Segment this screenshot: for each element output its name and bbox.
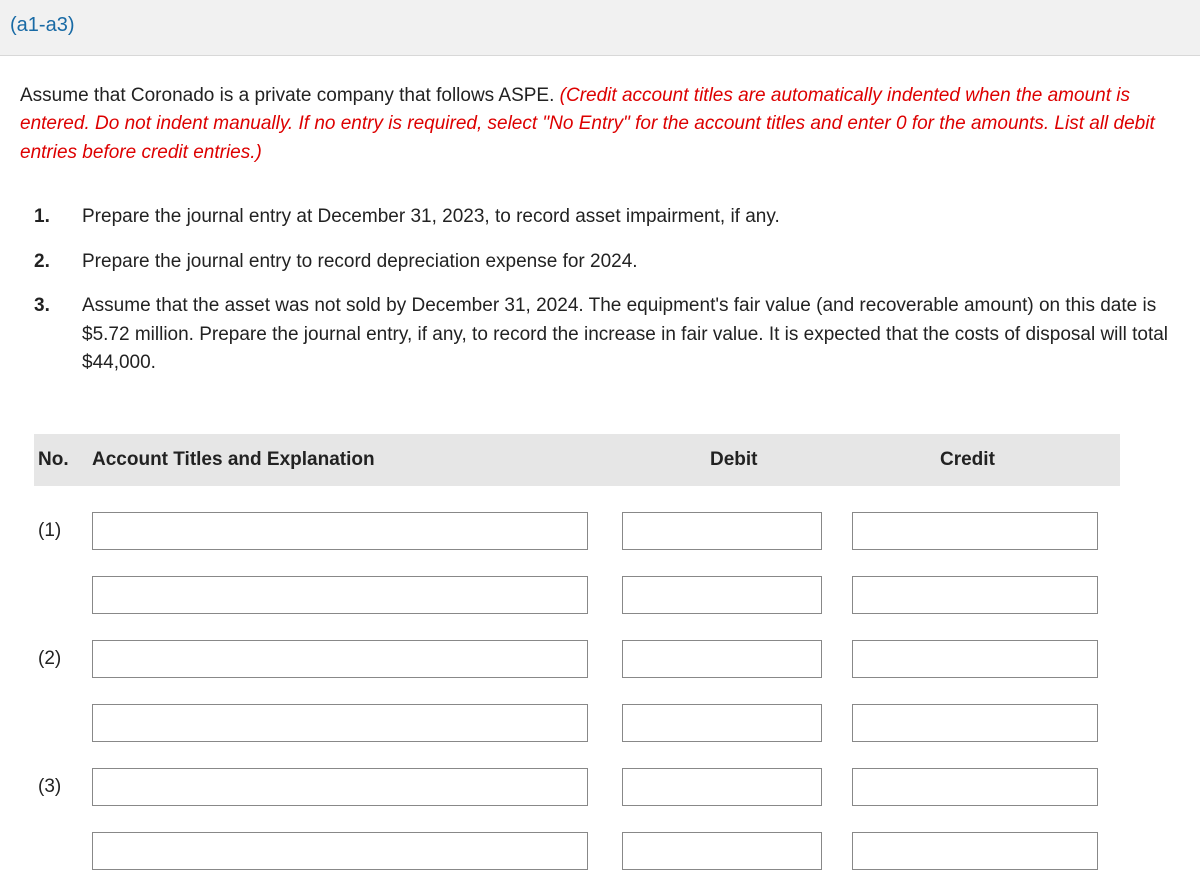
debit-input[interactable]: [622, 832, 822, 870]
account-title-input[interactable]: [92, 704, 588, 742]
journal-entry-table: No. Account Titles and Explanation Debit…: [20, 434, 1180, 871]
debit-input[interactable]: [622, 576, 822, 614]
item-number: 2.: [34, 248, 82, 277]
instructions: Assume that Coronado is a private compan…: [20, 82, 1180, 168]
credit-input[interactable]: [852, 512, 1098, 550]
debit-input[interactable]: [622, 768, 822, 806]
credit-input[interactable]: [852, 640, 1098, 678]
credit-input[interactable]: [852, 768, 1098, 806]
header-credit: Credit: [852, 446, 1112, 475]
item-row: 3. Assume that the asset was not sold by…: [34, 292, 1180, 378]
item-number: 3.: [34, 292, 82, 378]
row-number: (1): [34, 517, 92, 546]
account-title-input[interactable]: [92, 576, 588, 614]
item-text: Prepare the journal entry to record depr…: [82, 248, 1180, 277]
debit-input[interactable]: [622, 704, 822, 742]
item-list: 1. Prepare the journal entry at December…: [20, 203, 1180, 378]
header-debit: Debit: [622, 446, 852, 475]
account-title-input[interactable]: [92, 512, 588, 550]
table-row: (3): [34, 768, 1120, 806]
credit-input[interactable]: [852, 576, 1098, 614]
row-number: (2): [34, 645, 92, 674]
debit-input[interactable]: [622, 640, 822, 678]
section-label[interactable]: (a1-a3): [10, 14, 74, 36]
credit-input[interactable]: [852, 832, 1098, 870]
item-text: Assume that the asset was not sold by De…: [82, 292, 1180, 378]
account-title-input[interactable]: [92, 832, 588, 870]
intro-plain: Assume that Coronado is a private compan…: [20, 85, 560, 106]
item-row: 1. Prepare the journal entry at December…: [34, 203, 1180, 232]
item-text: Prepare the journal entry at December 31…: [82, 203, 1180, 232]
debit-input[interactable]: [622, 512, 822, 550]
credit-input[interactable]: [852, 704, 1098, 742]
header-account: Account Titles and Explanation: [92, 446, 622, 475]
account-title-input[interactable]: [92, 640, 588, 678]
item-number: 1.: [34, 203, 82, 232]
content-area: Assume that Coronado is a private compan…: [0, 56, 1200, 871]
table-row: [34, 576, 1120, 614]
header-no: No.: [34, 446, 92, 475]
table-row: (2): [34, 640, 1120, 678]
table-row: [34, 704, 1120, 742]
question-header: (a1-a3): [0, 0, 1200, 56]
account-title-input[interactable]: [92, 768, 588, 806]
table-row: [34, 832, 1120, 870]
row-number: (3): [34, 773, 92, 802]
table-row: (1): [34, 512, 1120, 550]
item-row: 2. Prepare the journal entry to record d…: [34, 248, 1180, 277]
table-header-row: No. Account Titles and Explanation Debit…: [34, 434, 1120, 487]
